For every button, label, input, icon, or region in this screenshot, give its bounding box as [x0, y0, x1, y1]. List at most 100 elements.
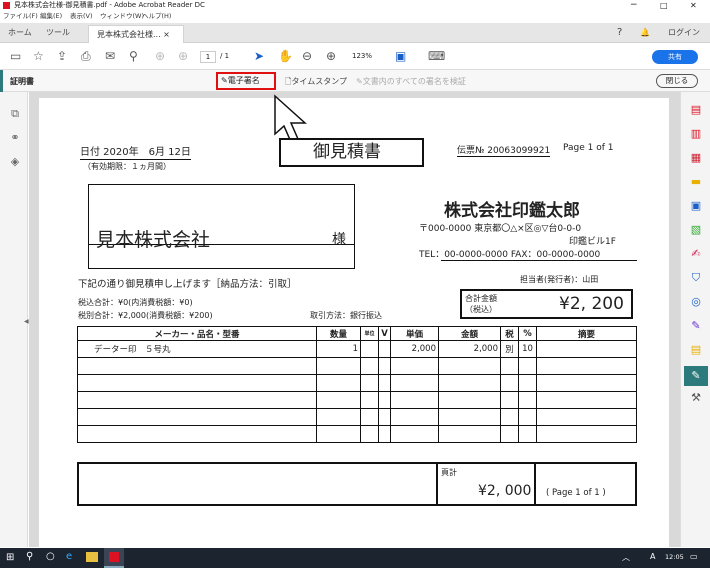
maximize-button[interactable]: □	[660, 0, 668, 11]
verify-signatures-label: 文書内のすべての署名を検証	[362, 77, 466, 86]
footer-blank-box	[77, 462, 438, 506]
cell	[378, 340, 391, 358]
ime-indicator[interactable]: A	[650, 552, 655, 561]
combine-icon[interactable]: ▧	[690, 224, 702, 236]
tray-chevron-icon[interactable]: ︿	[622, 552, 630, 563]
clock[interactable]: 12:05	[665, 553, 684, 561]
verify-signatures-button[interactable]: ✎文書内のすべての署名を検証	[356, 76, 466, 87]
total-value: ¥2, 200	[559, 294, 624, 314]
page-thumbnails-icon[interactable]: ⧉	[9, 108, 21, 120]
table-row	[77, 391, 637, 409]
save-icon[interactable]: ▭	[10, 49, 21, 63]
minimize-button[interactable]: −	[630, 0, 638, 11]
doc-page-header: Page 1 of 1	[563, 143, 614, 153]
keyboard-icon[interactable]: ⌨	[428, 49, 445, 63]
layers-icon[interactable]: ◈	[9, 156, 21, 168]
menu-view[interactable]: 表示(V)	[70, 11, 93, 22]
help-icon[interactable]: ?	[617, 23, 622, 43]
cortana-icon[interactable]: ○	[46, 551, 55, 562]
callout-box: 御見積書	[279, 138, 424, 167]
upload-icon[interactable]: ⇪	[57, 49, 67, 63]
table-row: データー印 ５号丸 1 2,000 2,000 別 10	[77, 340, 637, 358]
tab-bar: ホーム ツール 見本株式会社様... × ? 🔔 ログイン	[0, 23, 710, 43]
acrobat-window: 見本株式会社様-御見積書.pdf - Adobe Acrobat Reader …	[0, 0, 710, 568]
zoom-out-icon[interactable]: ⊖	[302, 49, 312, 63]
cell: 別	[500, 340, 519, 358]
create-pdf-icon[interactable]: ▤	[690, 104, 702, 116]
tab-tools[interactable]: ツール	[46, 23, 70, 43]
zoom-level[interactable]: 123%	[352, 52, 372, 60]
bell-icon[interactable]: 🔔	[640, 23, 650, 43]
next-page-icon[interactable]: ⊕	[178, 49, 188, 63]
items-table: メーカー・品名・型番 数量 単位 V 単価 金額 税 % 摘要 データー印 ５号…	[77, 326, 637, 443]
subtotal-box: 頁計 ¥2, 000	[438, 462, 536, 506]
close-tool-button[interactable]: 閉じる	[656, 74, 698, 88]
timestamp-button[interactable]: 🗋タイムスタンプ	[285, 76, 347, 90]
search-icon[interactable]: ⚲	[129, 49, 138, 63]
certificate-tool-icon[interactable]: ✎	[684, 366, 708, 386]
table-header-row: メーカー・品名・型番 数量 単位 V 単価 金額 税 % 摘要	[77, 326, 637, 341]
prev-page-icon[interactable]: ⊕	[155, 49, 165, 63]
col-header: メーカー・品名・型番	[77, 326, 317, 341]
doc-slip-number: 伝票№ 20063099921	[457, 143, 551, 157]
cell: データー印 ５号丸	[77, 340, 317, 358]
acrobat-taskbar-icon[interactable]	[104, 548, 124, 568]
company-underline	[441, 260, 637, 261]
print-icon[interactable]: ⎙	[81, 49, 91, 63]
search-taskbar-icon[interactable]: ⚲	[26, 551, 33, 562]
doc-validity: （有効期限：１ヵ月間）	[83, 162, 171, 171]
client-name: 見本株式会社	[96, 229, 211, 251]
menu-window[interactable]: ウィンドウ(W)	[100, 11, 144, 22]
col-header: 金額	[438, 326, 501, 341]
document-viewer[interactable]: 日付 2020年 6月 12日 （有効期限：１ヵ月間） 伝票№ 20063099…	[29, 92, 680, 547]
mail-icon[interactable]: ✉	[105, 49, 115, 63]
windows-start-icon[interactable]: ⊞	[6, 553, 16, 563]
window-title: 見本株式会社様-御見積書.pdf - Adobe Acrobat Reader …	[14, 1, 205, 9]
table-row	[77, 425, 637, 443]
hand-tool-icon[interactable]: ✋	[278, 49, 293, 63]
menu-edit[interactable]: 編集(E)	[40, 11, 62, 22]
menu-help[interactable]: ヘルプ(H)	[142, 11, 171, 22]
tab-home[interactable]: ホーム	[8, 23, 32, 43]
page-display-icon[interactable]: ▣	[395, 49, 406, 63]
certificate-label: 証明書	[10, 77, 34, 86]
client-honorific: 様	[332, 232, 346, 248]
redact-icon[interactable]: ✎	[690, 320, 702, 332]
page-number-input[interactable]: 1	[200, 51, 216, 63]
login-link[interactable]: ログイン	[668, 23, 700, 43]
organize-icon[interactable]: ▦	[690, 152, 702, 164]
digital-sign-button[interactable]: ✎電子署名	[216, 72, 276, 90]
protect-icon[interactable]: ⛉	[690, 272, 702, 284]
cell: 2,000	[438, 340, 501, 358]
fill-sign-icon[interactable]: ✍	[690, 248, 702, 260]
zoom-in-icon[interactable]: ⊕	[326, 49, 336, 63]
export-pdf-icon[interactable]: ▣	[690, 200, 702, 212]
windows-taskbar: ⊞ ⚲ ○ e ︿ A 12:05 ▭	[0, 548, 710, 568]
select-cursor-icon[interactable]: ➤	[254, 49, 264, 63]
col-header: V	[378, 326, 391, 341]
payment-method: 取引方法：銀行振込	[310, 311, 382, 320]
share-label: 共有	[668, 53, 682, 61]
subtotal-label: 頁計	[441, 468, 457, 477]
tax-inclusive: 税込合計：¥0(内消費税額：¥0)	[78, 298, 193, 307]
more-tools-icon[interactable]: ⚒	[690, 392, 702, 404]
menu-file[interactable]: ファイル(F)	[3, 11, 38, 22]
edit-pdf-icon[interactable]: ▥	[690, 128, 702, 140]
col-header: 単位	[360, 326, 379, 341]
company-tel-fax: TEL：00-0000-0000 FAX：00-0000-0000	[419, 250, 601, 260]
bookmark-star-icon[interactable]: ☆	[33, 49, 44, 63]
cell: 2,000	[390, 340, 439, 358]
tab-document[interactable]: 見本株式会社様... ×	[88, 25, 184, 43]
edge-icon[interactable]: e	[66, 551, 72, 562]
share-button[interactable]: 共有	[652, 50, 698, 64]
col-header: 税	[500, 326, 519, 341]
attachment-icon[interactable]: ⚭	[9, 132, 21, 144]
comment-icon[interactable]: ▬	[690, 176, 702, 188]
prepare-form-icon[interactable]: ▤	[690, 344, 702, 356]
notifications-icon[interactable]: ▭	[690, 552, 698, 561]
scan-icon[interactable]: ◎	[690, 296, 702, 308]
explorer-icon[interactable]	[86, 552, 98, 562]
collapse-left-icon[interactable]: ◀	[24, 318, 29, 325]
close-window-button[interactable]: ✕	[690, 0, 697, 11]
company-name: 株式会社印鑑太郎	[444, 201, 580, 221]
